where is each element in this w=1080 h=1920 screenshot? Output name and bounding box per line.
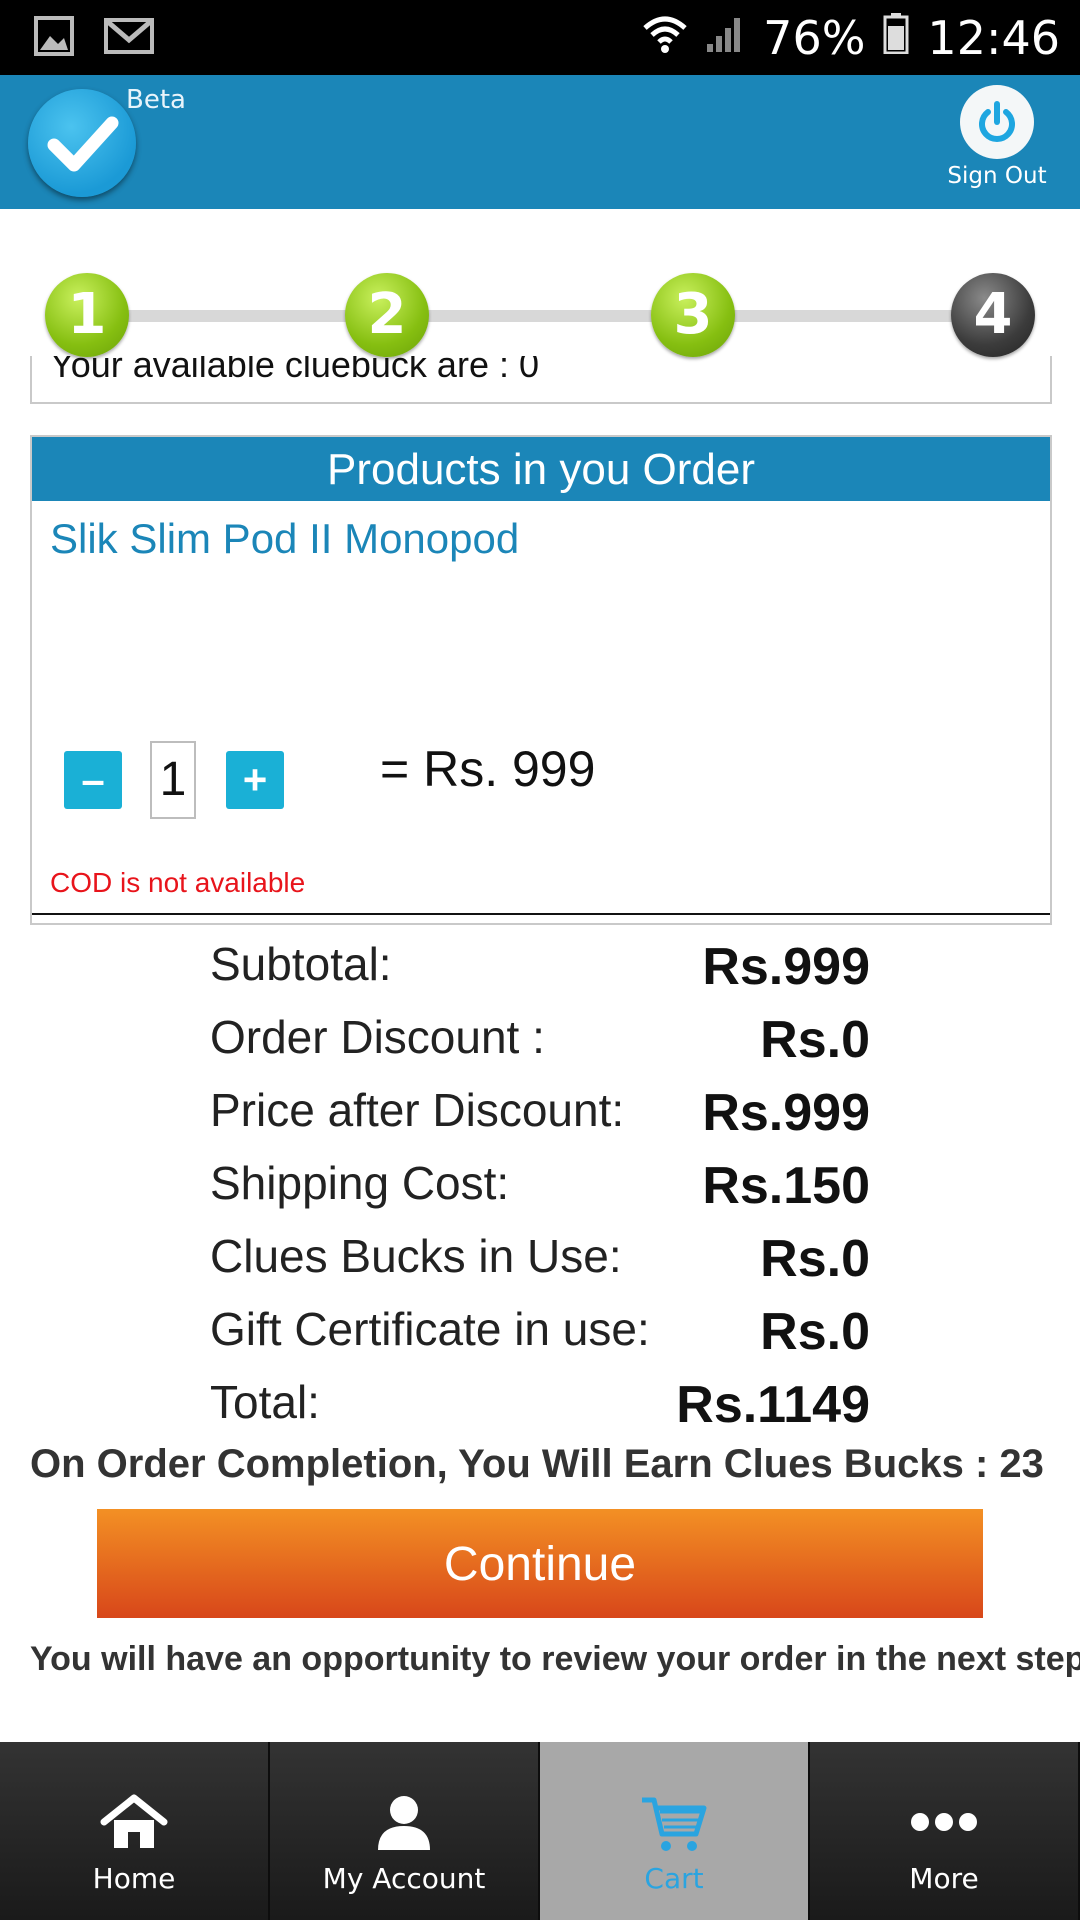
- summary-label: Gift Certificate in use:: [210, 1303, 650, 1355]
- increase-quantity-button[interactable]: +: [226, 751, 284, 809]
- order-summary: Subtotal: Rs.999 Order Discount : Rs.0 P…: [210, 935, 870, 1446]
- summary-label: Shipping Cost:: [210, 1157, 510, 1209]
- nav-more-label: More: [909, 1862, 979, 1895]
- summary-label: Subtotal:: [210, 938, 392, 990]
- summary-label: Clues Bucks in Use:: [210, 1230, 622, 1282]
- more-icon: [908, 1792, 980, 1857]
- clock: 12:46: [927, 10, 1060, 65]
- stepper-track: [85, 310, 990, 322]
- step-1[interactable]: 1: [45, 273, 129, 357]
- account-icon: [374, 1792, 434, 1857]
- summary-row-gift-certificate: Gift Certificate in use: Rs.0: [210, 1300, 870, 1373]
- summary-value: Rs.0: [760, 1303, 870, 1361]
- nav-home-label: Home: [92, 1862, 176, 1895]
- nav-cart[interactable]: Cart: [540, 1742, 810, 1920]
- gallery-icon: [34, 16, 74, 61]
- summary-row-order-discount: Order Discount : Rs.0: [210, 1008, 870, 1081]
- decrease-quantity-button[interactable]: –: [64, 751, 122, 809]
- cod-notice: COD is not available: [50, 867, 306, 898]
- battery-icon: [883, 11, 909, 65]
- divider: [32, 913, 1050, 915]
- summary-label: Price after Discount:: [210, 1084, 625, 1136]
- nav-my-account-label: My Account: [322, 1862, 486, 1895]
- summary-row-price-after-discount: Price after Discount: Rs.999: [210, 1081, 870, 1154]
- signal-icon: [705, 11, 745, 65]
- wifi-icon: [643, 11, 687, 65]
- summary-value: Rs.1149: [676, 1376, 870, 1434]
- product-name-link[interactable]: Slik Slim Pod II Monopod: [50, 515, 519, 563]
- checkout-stepper: 1 2 3 4: [0, 265, 1080, 365]
- nav-home[interactable]: Home: [0, 1742, 270, 1920]
- summary-row-clues-bucks: Clues Bucks in Use: Rs.0: [210, 1227, 870, 1300]
- beta-badge: Beta: [126, 85, 186, 115]
- summary-value: Rs.999: [702, 1084, 870, 1142]
- gmail-icon: [104, 16, 154, 61]
- summary-label: Total:: [210, 1376, 320, 1428]
- quantity-field[interactable]: 1: [150, 741, 196, 819]
- summary-row-subtotal: Subtotal: Rs.999: [210, 935, 870, 1008]
- battery-percent: 76%: [763, 10, 866, 65]
- sign-out-button[interactable]: Sign Out: [942, 85, 1052, 189]
- nav-more[interactable]: More: [810, 1742, 1080, 1920]
- products-title: Products in you Order: [32, 437, 1050, 501]
- summary-label: Order Discount :: [210, 1011, 545, 1063]
- home-icon: [98, 1792, 170, 1857]
- bottom-nav: Home My Account Cart More: [0, 1742, 1080, 1920]
- step-2[interactable]: 2: [345, 273, 429, 357]
- status-bar: 76% 12:46: [0, 0, 1080, 75]
- quantity-stepper: – 1 +: [64, 741, 284, 819]
- summary-row-shipping: Shipping Cost: Rs.150: [210, 1154, 870, 1227]
- earn-clues-bucks-text: On Order Completion, You Will Earn Clues…: [30, 1442, 1044, 1486]
- sign-out-label: Sign Out: [947, 163, 1047, 189]
- app-logo[interactable]: [28, 89, 136, 197]
- nav-my-account[interactable]: My Account: [270, 1742, 540, 1920]
- checkmark-icon: [47, 116, 119, 172]
- products-panel: Products in you Order Slik Slim Pod II M…: [30, 435, 1052, 925]
- power-icon: [960, 85, 1034, 159]
- step-4: 4: [951, 273, 1035, 357]
- review-note: You will have an opportunity to review y…: [30, 1640, 1080, 1678]
- summary-value: Rs.0: [760, 1230, 870, 1288]
- cluebucks-text: Your available cluebuck are : 0: [50, 356, 539, 385]
- line-total: = Rs. 999: [380, 741, 596, 797]
- summary-row-total: Total: Rs.1149: [210, 1373, 870, 1446]
- continue-button[interactable]: Continue: [97, 1509, 983, 1618]
- cluebucks-panel: Your available cluebuck are : 0: [30, 356, 1052, 404]
- app-header: Beta Sign Out: [0, 75, 1080, 209]
- summary-value: Rs.999: [702, 938, 870, 996]
- step-3[interactable]: 3: [651, 273, 735, 357]
- nav-cart-label: Cart: [644, 1862, 704, 1895]
- summary-value: Rs.150: [702, 1157, 870, 1215]
- summary-value: Rs.0: [760, 1011, 870, 1069]
- cart-icon: [638, 1792, 710, 1859]
